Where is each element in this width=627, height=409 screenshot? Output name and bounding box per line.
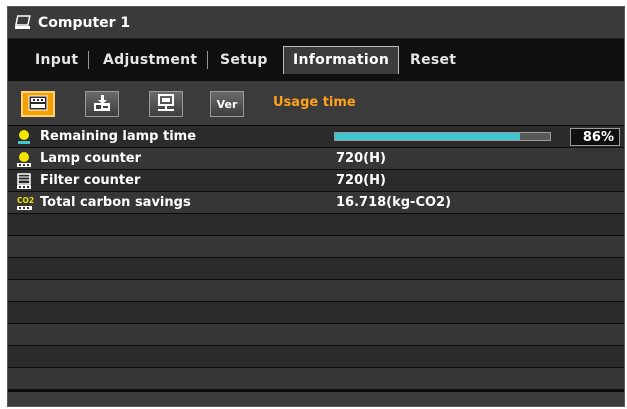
filter-counter-row: Filter counter 720(H)	[8, 169, 624, 191]
remaining-lamp-time-label: Remaining lamp time	[40, 129, 197, 144]
lamp-time-percent: 86%	[570, 128, 620, 146]
lamp-time-progress-fill	[335, 133, 520, 140]
empty-row	[8, 213, 624, 235]
empty-row	[8, 257, 624, 279]
lamp-counter-icon	[16, 151, 32, 167]
tab-separator	[207, 51, 208, 69]
wired-lan-icon	[156, 93, 176, 115]
window-title: Computer 1	[38, 14, 131, 31]
source-icon	[92, 94, 112, 115]
menu-tabs: Input Adjustment Setup Information Reset	[8, 39, 624, 81]
lamp-counter-value: 720(H)	[336, 151, 386, 166]
wired-lan-button[interactable]	[149, 91, 183, 117]
version-button[interactable]: Ver	[210, 91, 244, 117]
filter-counter-value: 720(H)	[336, 173, 386, 188]
total-carbon-savings-label: Total carbon savings	[40, 195, 191, 210]
information-menu-window: Computer 1 Input Adjustment Setup Inform…	[7, 6, 625, 407]
lamp-remaining-icon	[16, 129, 32, 145]
total-carbon-savings-value: 16.718(kg-CO2)	[336, 195, 452, 210]
usage-time-icon	[28, 95, 48, 114]
lamp-time-progress-bar	[334, 132, 551, 141]
tab-input[interactable]: Input	[35, 48, 78, 72]
tab-reset[interactable]: Reset	[410, 48, 456, 72]
computer-icon	[14, 14, 32, 31]
total-carbon-savings-row: CO2 Total carbon savings 16.718(kg-CO2)	[8, 191, 624, 213]
empty-row	[8, 301, 624, 323]
information-toolbar: Ver Usage time	[8, 81, 624, 125]
tab-separator	[88, 51, 89, 69]
co2-icon: CO2	[16, 195, 34, 211]
tab-setup[interactable]: Setup	[220, 48, 268, 72]
empty-row	[8, 235, 624, 257]
filter-counter-label: Filter counter	[40, 173, 141, 188]
lamp-counter-row: Lamp counter 720(H)	[8, 147, 624, 169]
tab-adjustment[interactable]: Adjustment	[103, 48, 197, 72]
remaining-lamp-time-row: Remaining lamp time 86%	[8, 125, 624, 147]
co2-icon-text: CO2	[17, 196, 34, 205]
section-title: Usage time	[273, 95, 356, 110]
empty-row	[8, 345, 624, 367]
usage-time-button[interactable]	[21, 91, 55, 117]
title-bar: Computer 1	[8, 7, 624, 39]
tab-information[interactable]: Information	[283, 46, 400, 74]
empty-row	[8, 279, 624, 301]
empty-row	[8, 323, 624, 345]
empty-row	[8, 367, 624, 389]
filter-counter-icon	[16, 173, 32, 189]
lamp-counter-label: Lamp counter	[40, 151, 142, 166]
bottom-bar	[8, 392, 624, 406]
source-info-button[interactable]	[85, 91, 119, 117]
